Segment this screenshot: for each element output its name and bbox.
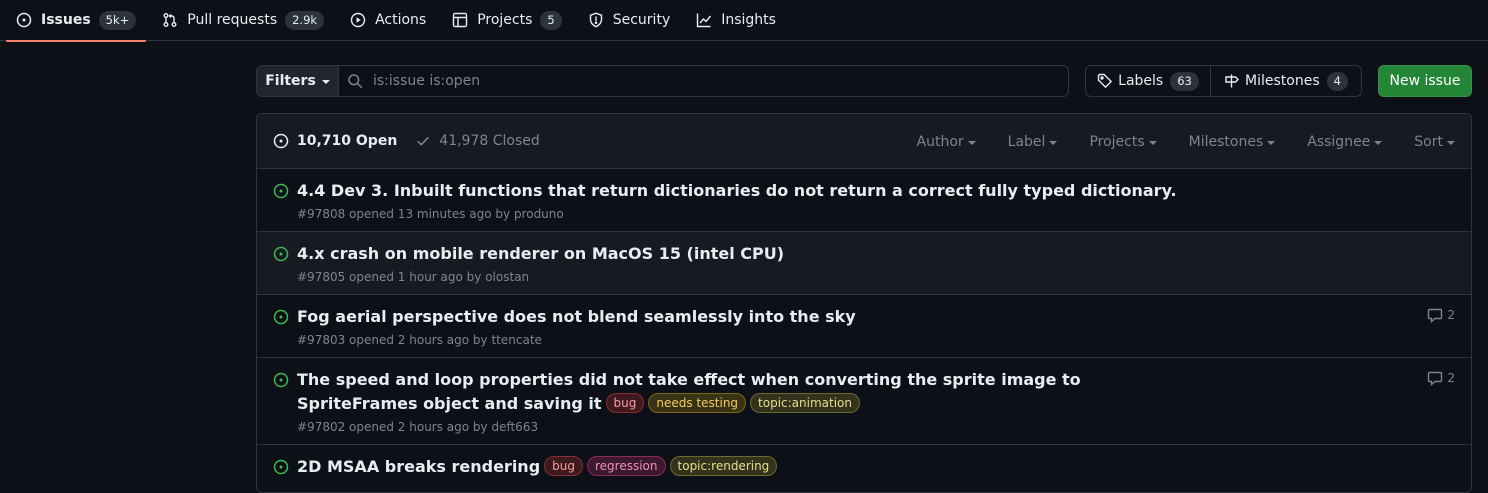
- milestones-label: Milestones: [1245, 73, 1320, 89]
- issue-label[interactable]: regression: [587, 456, 666, 476]
- comments-link[interactable]: 2: [1427, 307, 1455, 323]
- chevron-down-icon: [1148, 140, 1157, 145]
- milestones-menu[interactable]: Milestones: [1189, 134, 1276, 150]
- labels-button[interactable]: Labels 63: [1086, 66, 1211, 96]
- issue-meta: #97802 opened 2 hours ago by deft663: [297, 420, 539, 434]
- issue-row: 4.x crash on mobile renderer on MacOS 15…: [257, 232, 1471, 295]
- menu-label: Milestones: [1188, 133, 1264, 150]
- comment-icon: [1427, 307, 1443, 323]
- issue-label[interactable]: bug: [544, 456, 583, 476]
- issue-open-icon: [273, 459, 289, 475]
- tab-issues[interactable]: Issues 5k+: [5, 0, 147, 42]
- chevron-down-icon: [321, 80, 330, 84]
- tab-label: Projects: [477, 12, 533, 28]
- play-icon: [350, 12, 366, 28]
- chevron-down-icon: [1447, 140, 1455, 145]
- projects-menu[interactable]: Projects: [1089, 133, 1157, 150]
- issue-opened-icon: [16, 12, 32, 28]
- issue-open-icon: [273, 183, 289, 199]
- tab-pull-requests[interactable]: Pull requests 2.9k: [154, 0, 332, 41]
- issue-title-link[interactable]: Fog aerial perspective does not blend se…: [297, 307, 856, 326]
- milestone-icon: [1224, 73, 1240, 89]
- closed-count: 41,978 Closed: [439, 133, 540, 149]
- open-count: 10,710 Open: [297, 133, 398, 149]
- menu-label: Projects: [1089, 133, 1145, 150]
- tab-label: Actions: [375, 12, 427, 28]
- issue-title-link[interactable]: 2D MSAA breaks rendering: [297, 457, 540, 476]
- issue-meta: #97803 opened 2 hours ago by ttencate: [297, 333, 542, 347]
- issue-meta: #97808 opened 13 minutes ago by produno: [297, 207, 564, 221]
- chevron-down-icon: [967, 140, 976, 145]
- table-icon: [452, 12, 468, 28]
- chevron-down-icon: [1267, 140, 1276, 145]
- menu-label: Sort: [1414, 133, 1443, 150]
- menu-label: Assignee: [1307, 133, 1371, 150]
- author-menu[interactable]: Author: [917, 134, 976, 150]
- git-pull-request-icon: [162, 12, 178, 28]
- shield-icon: [588, 12, 604, 28]
- tab-label: Insights: [721, 12, 776, 28]
- search-input[interactable]: [371, 72, 1031, 90]
- chevron-down-icon: [1374, 140, 1383, 145]
- issue-meta: #97805 opened 1 hour ago by olostan: [297, 270, 530, 284]
- filters-button[interactable]: Filters: [256, 65, 339, 97]
- tab-insights[interactable]: Insights: [688, 0, 784, 41]
- issue-open-icon: [273, 309, 289, 325]
- issue-search: [338, 65, 1069, 97]
- issue-title-link[interactable]: 4.x crash on mobile renderer on MacOS 15…: [297, 244, 784, 263]
- menu-label: Author: [916, 133, 964, 150]
- comments-link[interactable]: 2: [1427, 370, 1455, 386]
- issue-row: 4.4 Dev 3. Inbuilt functions that return…: [257, 169, 1471, 232]
- issues-subnav: Filters Labels 63 Milestones 4 New issue: [256, 65, 1472, 97]
- issue-label[interactable]: bug: [605, 393, 645, 413]
- comment-count: 2: [1447, 371, 1455, 385]
- comment-count: 2: [1447, 308, 1455, 322]
- filters-label: Filters: [265, 73, 316, 89]
- assignee-menu[interactable]: Assignee: [1307, 133, 1383, 150]
- issue-opened-icon: [273, 133, 289, 149]
- issue-label[interactable]: topic:rendering: [669, 456, 778, 476]
- issue-label[interactable]: topic:animation: [750, 393, 861, 413]
- chevron-down-icon: [1049, 140, 1058, 145]
- open-issues-link[interactable]: 10,710 Open: [273, 133, 397, 149]
- search-icon: [347, 73, 363, 89]
- tab-security[interactable]: Security: [580, 0, 679, 41]
- issue-row: Fog aerial perspective does not blend se…: [257, 295, 1471, 358]
- issue-label[interactable]: needs testing: [648, 393, 747, 413]
- tab-label: Security: [612, 12, 671, 28]
- labels-label: Labels: [1118, 73, 1164, 89]
- issue-row: 2D MSAA breaks rendering bug regression top…: [257, 445, 1471, 492]
- tag-icon: [1097, 73, 1113, 89]
- issues-list-header: 10,710 Open 41,978 Closed Author Label P…: [257, 114, 1471, 169]
- tab-projects[interactable]: Projects 5: [444, 0, 570, 41]
- tab-label: Issues: [41, 12, 91, 28]
- milestones-button[interactable]: Milestones 4: [1211, 66, 1361, 96]
- labels-count: 63: [1170, 71, 1199, 91]
- issue-open-icon: [273, 372, 289, 388]
- tab-counter: 5: [540, 10, 562, 30]
- tab-actions[interactable]: Actions: [342, 0, 434, 41]
- check-icon: [415, 133, 431, 149]
- issues-list: 10,710 Open 41,978 Closed Author Label P…: [256, 113, 1472, 493]
- closed-issues-link[interactable]: 41,978 Closed: [415, 133, 540, 149]
- comment-icon: [1427, 370, 1443, 386]
- menu-label: Label: [1007, 133, 1046, 150]
- new-issue-button[interactable]: New issue: [1378, 65, 1472, 97]
- label-menu[interactable]: Label: [1008, 134, 1058, 150]
- repo-nav: Issues 5k+ Pull requests 2.9k Actions Pr…: [0, 0, 1488, 42]
- graph-icon: [696, 12, 712, 28]
- issue-title-link[interactable]: 4.4 Dev 3. Inbuilt functions that return…: [297, 181, 1177, 200]
- sort-menu[interactable]: Sort: [1414, 134, 1455, 150]
- issue-open-icon: [273, 246, 289, 262]
- tab-label: Pull requests: [187, 12, 278, 28]
- milestones-count: 4: [1326, 71, 1348, 91]
- filter-menus: Author Label Projects Milestones Assigne…: [885, 114, 1455, 169]
- labels-milestones-group: Labels 63 Milestones 4: [1085, 65, 1362, 97]
- tab-counter: 5k+: [98, 10, 137, 30]
- issue-row: The speed and loop properties did not ta…: [257, 358, 1471, 445]
- tab-counter: 2.9k: [285, 10, 325, 30]
